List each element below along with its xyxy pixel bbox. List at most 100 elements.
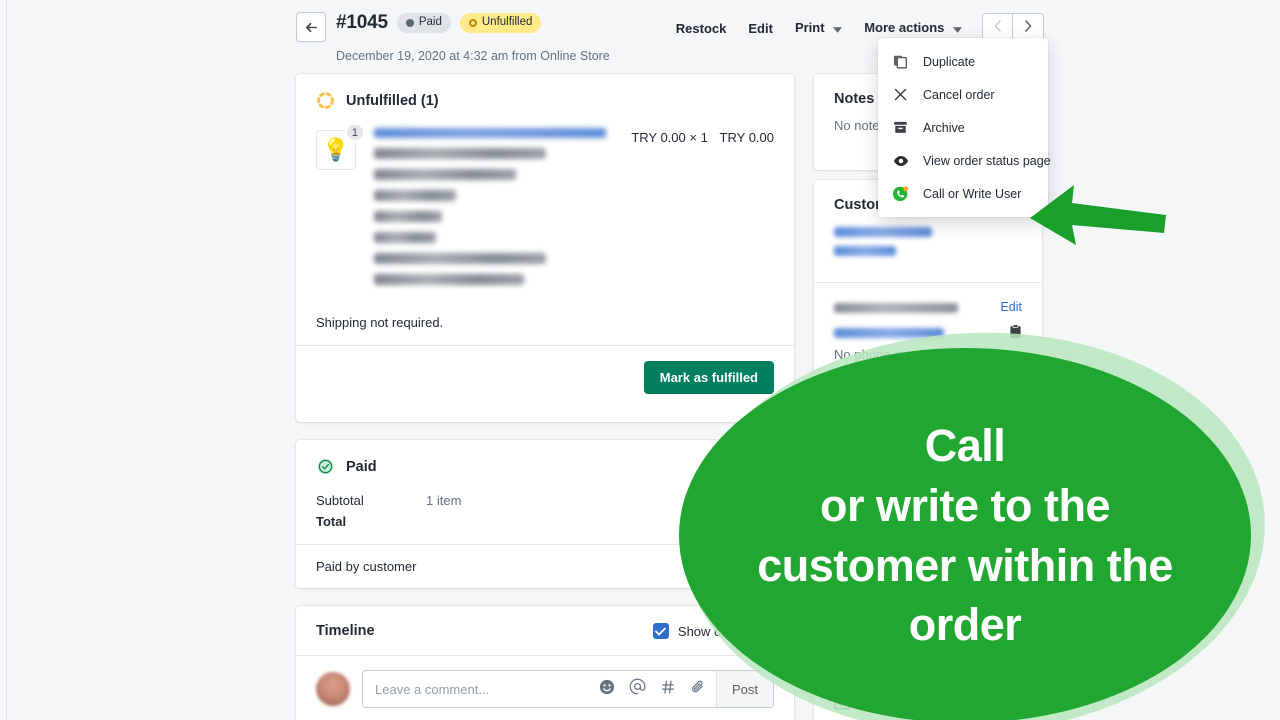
fulfillment-title: Unfulfilled (1) [346, 92, 439, 109]
no-phone-text: No phone number [834, 347, 939, 362]
chevron-down-icon [833, 21, 843, 36]
payment-card: Paid Subtotal 1 item Total Paid by custo… [296, 440, 794, 588]
line-item-option-redacted [374, 190, 456, 201]
close-x-icon [892, 86, 909, 103]
customer-orders-redacted[interactable] [834, 246, 896, 256]
dot-icon [405, 19, 414, 27]
shipping-note: Shipping not required. [316, 315, 444, 330]
menu-item-cancel-order-label: Cancel order [923, 87, 995, 102]
mark-as-fulfilled-button[interactable]: Mark as fulfilled [643, 361, 774, 394]
edit-label: Edit [748, 20, 773, 36]
mention-icon[interactable] [629, 678, 646, 700]
back-button[interactable] [296, 12, 326, 42]
menu-item-view-order-status-label: View order status page [923, 153, 1051, 168]
subtotal-items: 1 item [426, 493, 462, 508]
conversion-row: This is their 44th order [834, 695, 1022, 714]
contact-info-header: Edit [834, 300, 1022, 322]
fulfillment-card: Unfulfilled (1) 💡 1 TRY 0.00 × 1 TRY 0.0… [296, 74, 794, 422]
order-title-row: #1045 Paid Unfulfilled [336, 12, 542, 34]
show-comments-toggle[interactable]: Show comments [652, 623, 774, 639]
print-label: Print [794, 19, 825, 35]
fulfillment-header: Unfulfilled (1) [296, 74, 794, 110]
restock-button[interactable]: Restock [665, 15, 738, 42]
payment-row-subtotal: Subtotal 1 item [296, 490, 794, 511]
line-item-option-redacted [374, 232, 436, 243]
timeline-title: Timeline [316, 623, 375, 639]
contact-information-title-redacted [834, 303, 958, 313]
return-order-icon [834, 695, 850, 714]
conversion-body: Conversion summary This is their 44th or… [814, 650, 1042, 720]
show-comments-label: Show comments [677, 623, 774, 639]
conversion-title: Conversion summary [834, 667, 983, 683]
customer-name-redacted[interactable] [834, 227, 932, 237]
status-badge-paid: Paid [396, 13, 451, 33]
checkbox-icon[interactable] [652, 623, 669, 639]
comment-input[interactable]: Leave a comment... [375, 682, 599, 697]
payment-header: Paid [296, 440, 794, 476]
comment-input-wrap[interactable]: Leave a comment... Post [362, 670, 774, 708]
line-item-total: TRY 0.00 [719, 130, 774, 145]
print-button[interactable]: Print [784, 14, 853, 42]
restock-label: Restock [675, 20, 727, 36]
hashtag-icon[interactable] [660, 679, 676, 700]
contact-information-block: Edit No phone number [814, 283, 1042, 379]
chevron-down-icon [953, 21, 962, 36]
quantity-badge: 1 [344, 123, 365, 142]
paid-check-icon [316, 457, 335, 476]
status-badge-paid-label: Paid [418, 16, 442, 29]
avatar [316, 672, 350, 706]
edit-button[interactable]: Edit [737, 15, 784, 42]
paid-by-customer-row: Paid by customer [316, 559, 417, 574]
timeline-card: Timeline Show comments Leave a comment..… [296, 606, 794, 720]
fulfillment-footer: Mark as fulfilled [296, 346, 794, 409]
order-subtitle: December 19, 2020 at 4:32 am from Online… [336, 49, 610, 63]
page-title: #1045 [336, 12, 388, 33]
menu-item-archive[interactable]: Archive [878, 111, 1048, 144]
line-item-variant-redacted [374, 148, 546, 159]
line-item: 💡 1 TRY 0.00 × 1 TRY 0.00 [296, 110, 794, 301]
payment-title: Paid [346, 458, 377, 475]
eye-icon [892, 152, 909, 169]
attachment-icon[interactable] [690, 679, 706, 700]
contact-email-redacted[interactable] [834, 328, 944, 338]
conversion-summary-card: Conversion summary This is their 44th or… [814, 650, 1042, 720]
payment-row-total: Total [296, 511, 794, 532]
line-item-details [374, 128, 606, 295]
archive-icon [892, 119, 909, 136]
line-item-option-redacted [374, 211, 442, 222]
menu-item-cancel-order[interactable]: Cancel order [878, 78, 1048, 111]
post-comment-button[interactable]: Post [715, 671, 773, 707]
line-item-thumbnail-wrap: 💡 1 [316, 123, 365, 170]
page-edge-divider [6, 0, 7, 720]
conversion-row-text: This is their 44th order [860, 697, 985, 712]
unfulfilled-spinner-icon [316, 91, 335, 110]
edit-contact-button[interactable]: Edit [1000, 300, 1022, 314]
duplicate-icon [892, 53, 909, 70]
line-item-option-redacted [374, 253, 546, 264]
menu-item-call-or-write-user-label: Call or Write User [923, 186, 1022, 201]
menu-item-archive-label: Archive [923, 120, 965, 135]
clipboard-icon[interactable] [1009, 324, 1022, 344]
status-badge-unfulfilled-label: Unfulfilled [481, 16, 533, 29]
status-badge-unfulfilled: Unfulfilled [459, 13, 542, 33]
ring-icon [468, 19, 477, 27]
chevron-right-icon [1024, 19, 1032, 37]
menu-item-view-order-status[interactable]: View order status page [878, 144, 1051, 177]
menu-item-duplicate-label: Duplicate [923, 54, 976, 69]
callout-line-4: order [908, 599, 1022, 651]
menu-item-duplicate[interactable]: Duplicate [878, 45, 1048, 78]
callout-line-3: customer within the [757, 539, 1173, 591]
emoji-icon[interactable] [599, 679, 615, 700]
line-item-title-redacted[interactable] [374, 128, 606, 138]
comment-composer: Leave a comment... Post [296, 670, 794, 720]
timeline-header: Timeline Show comments [296, 606, 794, 655]
line-item-option-redacted [374, 274, 524, 285]
chevron-left-icon [994, 19, 1002, 37]
subtotal-label: Subtotal [316, 493, 364, 508]
line-item-unit-price: TRY 0.00 × 1 [631, 130, 708, 145]
order-detail-page: #1045 Paid Unfulfilled December 19, 2020… [0, 0, 1280, 720]
contact-email-row [834, 322, 1022, 347]
customer-card: Customer Edit No phone number [814, 180, 1042, 510]
menu-item-call-or-write-user[interactable]: Call or Write User [878, 177, 1048, 210]
whatsapp-icon [892, 185, 909, 202]
